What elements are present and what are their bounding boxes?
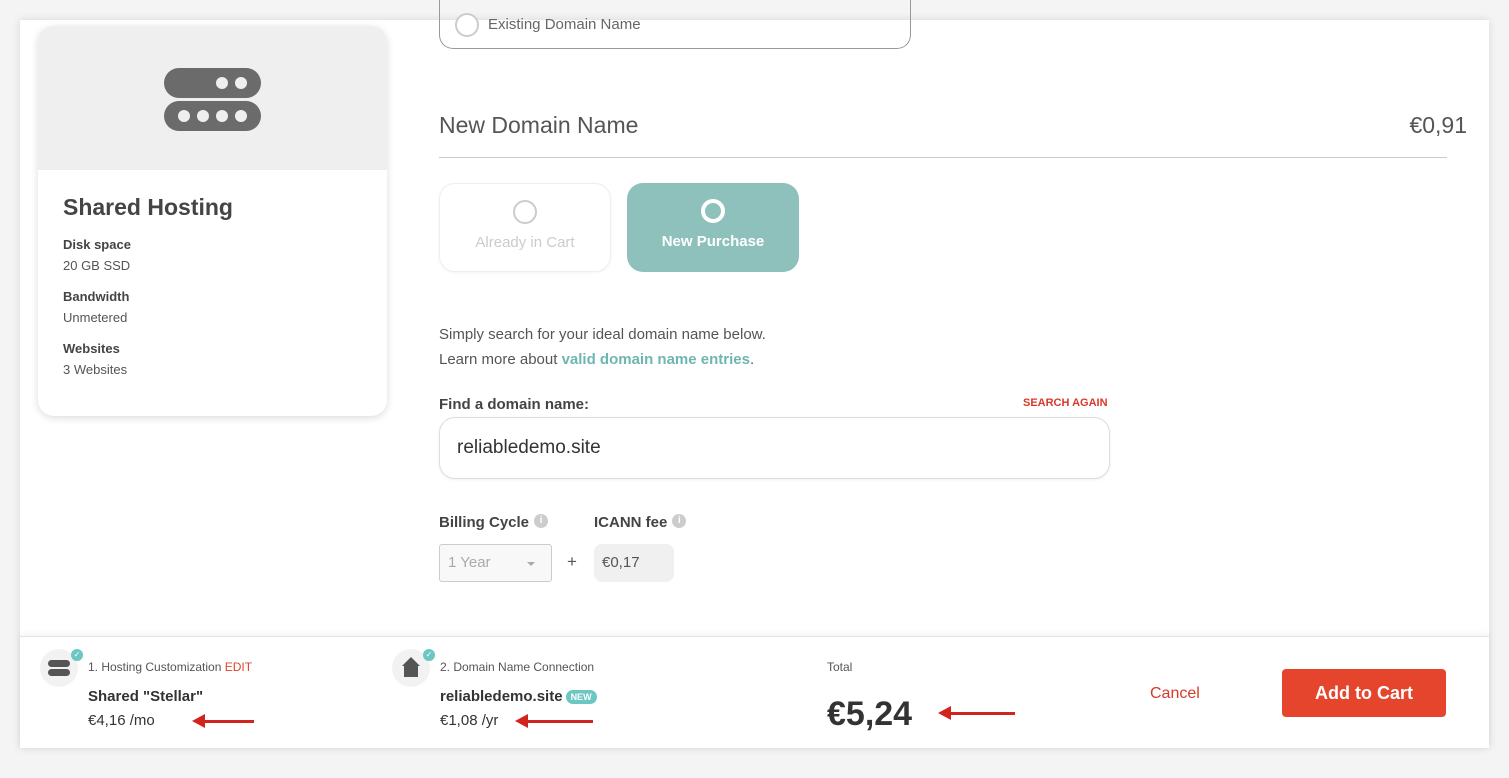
option-label: Existing Domain Name [488,16,641,33]
billing-cycle-select[interactable]: 1 Year [439,544,552,582]
domain-search-input[interactable] [439,417,1110,479]
spec-value: Unmetered [63,310,128,325]
hosting-price: €4,16 /mo [88,712,155,729]
caret-down-icon [527,562,535,570]
spec-label: Disk space [63,237,131,252]
spec-label: Bandwidth [63,289,130,304]
icann-fee-label: ICANN fee i [594,514,687,531]
description-text: Learn more about [439,351,562,368]
find-domain-label: Find a domain name: [439,396,590,413]
server-icon [38,26,387,170]
domain-price: €1,08 /yr [440,712,499,729]
summary-bar: ✓ 1. Hosting Customization EDIT Shared "… [20,636,1489,748]
label-text: Billing Cycle [439,514,530,531]
check-icon: ✓ [71,649,83,661]
product-card: Shared Hosting Disk space 20 GB SSD Bandw… [38,26,387,416]
info-icon[interactable]: i [534,514,549,528]
step-title: 1. Hosting Customization [88,660,222,674]
add-to-cart-button[interactable]: Add to Cart [1282,669,1446,717]
spec-value: 20 GB SSD [63,258,131,273]
annotation-arrow [515,714,593,728]
section-price: €0,91 [1409,112,1467,138]
radio-selected-icon [701,199,725,223]
product-title: Shared Hosting [63,194,233,220]
spec-value: 3 Websites [63,362,128,377]
edit-link[interactable]: EDIT [225,660,252,674]
option-label: Already in Cart [475,234,575,251]
hosting-plan-name: Shared "Stellar" [88,688,204,705]
step1-title: 1. Hosting Customization EDIT [88,660,252,674]
radio-icon [513,200,537,224]
info-icon[interactable]: i [672,514,687,528]
domain-name: reliabledemo.site NEW [440,688,597,705]
plus-sign: + [567,552,577,571]
existing-domain-option[interactable]: Existing Domain Name [439,0,911,49]
annotation-arrow [192,714,254,728]
icann-fee-value: €0,17 [594,544,674,582]
section-title: New Domain Name [439,112,639,138]
cancel-button[interactable]: Cancel [1150,685,1200,703]
select-value: 1 Year [448,554,491,571]
already-in-cart-option[interactable]: Already in Cart [439,183,611,272]
option-label: New Purchase [661,233,765,250]
description-line: Simply search for your ideal domain name… [439,326,766,343]
annotation-arrow [938,706,1015,720]
total-label: Total [827,660,853,674]
step2-title: 2. Domain Name Connection [440,660,595,674]
total-price: €5,24 [827,695,913,733]
search-again-link[interactable]: SEARCH AGAIN [1023,397,1108,409]
punctuation: . [749,351,755,368]
description: Simply search for your ideal domain name… [439,322,766,372]
divider [439,157,1447,158]
billing-cycle-label: Billing Cycle i [439,514,549,531]
new-badge: NEW [565,690,597,705]
radio-icon[interactable] [455,13,479,37]
check-icon: ✓ [423,649,435,661]
valid-entries-link[interactable]: valid domain name entries [562,351,750,368]
label-text: ICANN fee [594,514,668,531]
new-purchase-option[interactable]: New Purchase [627,183,799,272]
spec-label: Websites [63,341,120,356]
domain-text: reliabledemo.site [440,688,563,705]
